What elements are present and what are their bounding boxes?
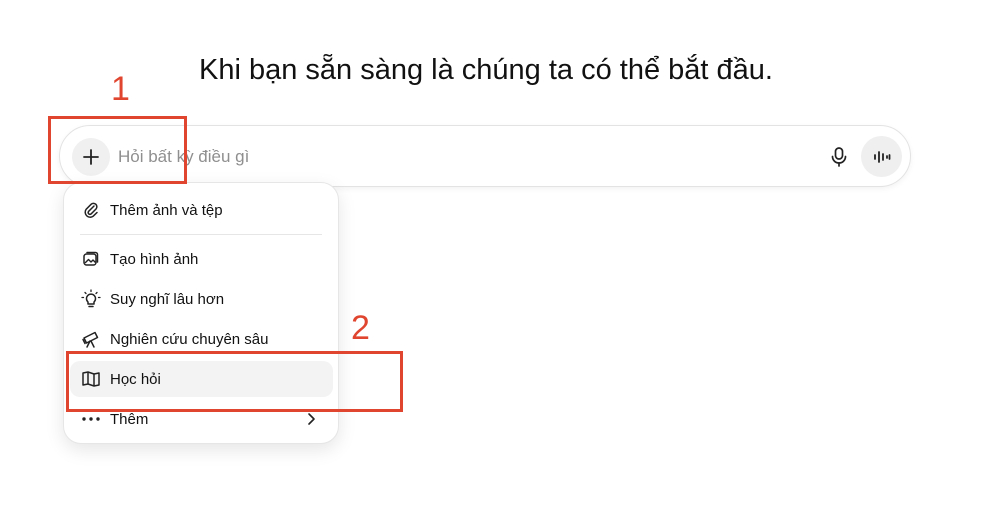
menu-item-label: Tạo hình ảnh: [110, 250, 199, 268]
voice-mode-button[interactable]: [861, 136, 902, 177]
menu-item-create-image[interactable]: Tạo hình ảnh: [70, 241, 333, 277]
annotation-number-2: 2: [351, 309, 370, 347]
menu-item-label: Nghiên cứu chuyên sâu: [110, 330, 269, 348]
menu-divider: [80, 234, 322, 235]
menu-item-add-photos-files[interactable]: Thêm ảnh và tệp: [70, 192, 333, 228]
chevron-right-icon: [308, 413, 315, 425]
menu-item-think-longer[interactable]: Suy nghĩ lâu hơn: [70, 281, 333, 317]
prompt-input[interactable]: [118, 143, 718, 171]
menu-item-label: Suy nghĩ lâu hơn: [110, 290, 225, 308]
menu-item-label: Thêm ảnh và tệp: [110, 201, 223, 219]
dictate-button[interactable]: [822, 140, 856, 174]
annotation-number-1: 1: [111, 70, 130, 108]
paperclip-icon: [80, 199, 102, 221]
lightbulb-icon: [80, 288, 102, 310]
telescope-icon: [80, 328, 102, 350]
page: Khi bạn sẵn sàng là chúng ta có thể bắt …: [0, 0, 1000, 507]
menu-item-label: Thêm: [110, 410, 149, 428]
microphone-icon: [831, 147, 847, 167]
waveform-icon: [873, 150, 890, 163]
page-headline: Khi bạn sẵn sàng là chúng ta có thể bắt …: [199, 54, 773, 86]
annotation-box-1: [48, 116, 187, 184]
annotation-box-2: [66, 351, 403, 412]
image-create-icon: [80, 248, 102, 270]
